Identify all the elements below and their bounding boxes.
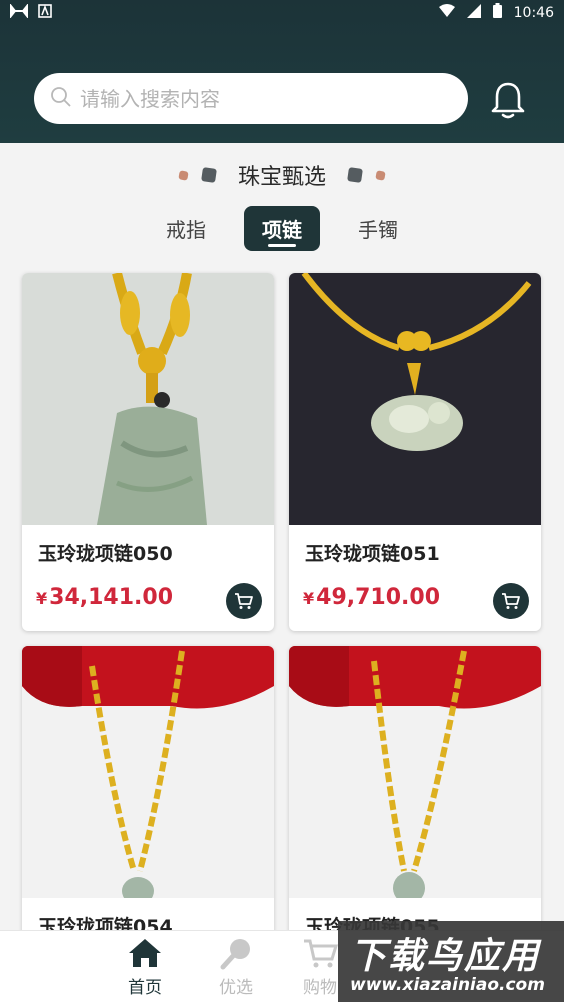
header: 10:46 <box>0 0 564 143</box>
cart-icon <box>502 593 520 609</box>
section-header: 珠宝甄选 <box>0 157 564 193</box>
cart-icon <box>235 593 253 609</box>
home-icon <box>129 939 161 967</box>
wifi-icon <box>438 4 455 21</box>
section-title: 珠宝甄选 <box>237 165 326 190</box>
product-card[interactable]: 玉玲珑项链055 <box>289 646 541 930</box>
main-content[interactable]: 珠宝甄选 戒指 项链 手镯 玉玲珑项链050 ¥34,141.00 玉玲珑项链0… <box>0 143 564 930</box>
product-image <box>289 273 541 525</box>
product-card[interactable]: 玉玲珑项链054 <box>22 646 274 930</box>
currency-symbol: ¥ <box>303 589 315 608</box>
product-image <box>22 273 274 525</box>
search-icon <box>220 939 250 970</box>
decor-dot <box>375 169 386 181</box>
cart-icon <box>304 939 338 968</box>
product-image <box>289 646 541 898</box>
search-icon <box>50 86 72 112</box>
product-name: 玉玲珑项链051 <box>305 543 440 565</box>
product-image <box>22 646 274 898</box>
add-to-cart-button[interactable] <box>493 583 529 619</box>
bell-icon[interactable] <box>490 80 526 120</box>
app-notification-icon-2 <box>38 4 52 22</box>
decor-dot <box>178 169 189 181</box>
product-price: ¥34,141.00 <box>36 585 173 610</box>
tab-rings[interactable]: 戒指 <box>148 206 224 251</box>
signal-icon <box>466 3 481 22</box>
watermark-title: 下载鸟应用 <box>350 936 541 977</box>
category-tabs: 戒指 项链 手镯 <box>0 205 564 251</box>
nav-featured-label: 优选 <box>219 978 253 998</box>
nav-home[interactable]: 首页 <box>105 935 185 999</box>
add-to-cart-button[interactable] <box>226 583 262 619</box>
tab-bracelets[interactable]: 手镯 <box>340 206 416 251</box>
tab-necklaces[interactable]: 项链 <box>244 205 320 251</box>
nav-featured[interactable]: 优选 <box>196 935 276 999</box>
app-notification-icon <box>10 3 28 22</box>
battery-icon <box>492 3 502 22</box>
product-card[interactable]: 玉玲珑项链051 ¥49,710.00 <box>289 273 541 631</box>
search-input[interactable] <box>80 86 440 111</box>
nav-home-label: 首页 <box>128 978 162 998</box>
clock-time: 10:46 <box>513 4 554 21</box>
product-card[interactable]: 玉玲珑项链050 ¥34,141.00 <box>22 273 274 631</box>
decor-dot <box>201 167 217 183</box>
watermark-url: www.xiazainiao.com <box>350 975 545 995</box>
price-value: 34,141.00 <box>49 585 174 610</box>
currency-symbol: ¥ <box>36 589 48 608</box>
status-bar: 10:46 <box>0 0 564 24</box>
product-name: 玉玲珑项链050 <box>38 543 173 565</box>
search-bar[interactable] <box>34 73 468 124</box>
watermark-overlay: 下载鸟应用 www.xiazainiao.com <box>338 921 564 1002</box>
price-value: 49,710.00 <box>316 585 441 610</box>
product-price: ¥49,710.00 <box>303 585 440 610</box>
product-name: 玉玲珑项链054 <box>38 916 173 930</box>
decor-dot <box>347 167 363 183</box>
